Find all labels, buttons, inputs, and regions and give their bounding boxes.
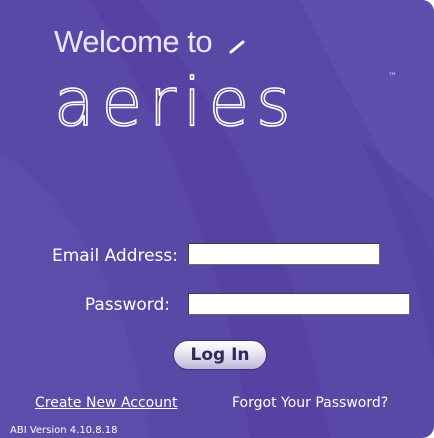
- trademark-symbol: ™: [388, 72, 397, 82]
- password-field[interactable]: [188, 293, 410, 315]
- welcome-text: Welcome to: [54, 24, 213, 59]
- login-panel: Welcome to aeries ™ Email Address: Passw…: [0, 0, 434, 438]
- email-field[interactable]: [188, 243, 380, 265]
- brand-logo: aeries: [53, 64, 298, 141]
- login-button[interactable]: Log In: [173, 340, 267, 370]
- forgot-password-link[interactable]: Forgot Your Password?: [232, 396, 388, 410]
- email-label: Email Address:: [52, 246, 178, 266]
- create-account-link[interactable]: Create New Account: [35, 396, 177, 410]
- logo-mark-icon: [229, 40, 245, 54]
- password-label: Password:: [84, 295, 170, 315]
- version-text: ABI Version 4.10.8.18: [10, 425, 118, 436]
